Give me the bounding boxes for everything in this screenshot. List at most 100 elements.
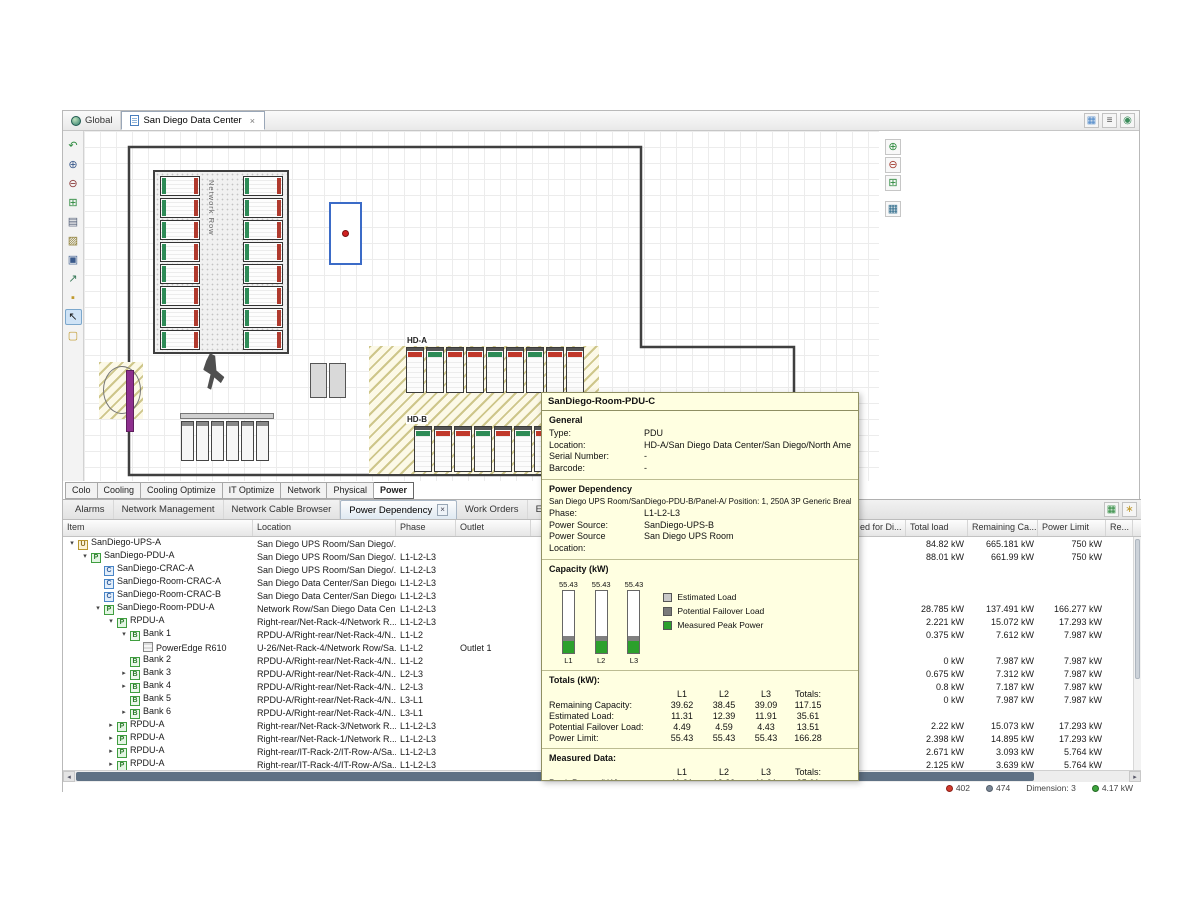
hd-b-rack[interactable] — [414, 426, 432, 472]
export-table-icon[interactable]: ▦ — [1104, 502, 1119, 517]
network-rack[interactable] — [160, 220, 200, 240]
column-header-ed-for-di[interactable]: ed for Di... — [856, 520, 906, 536]
column-header-outlet[interactable]: Outlet — [456, 520, 531, 536]
expand-arrow-icon[interactable]: ▾ — [93, 604, 103, 612]
column-header-power-limit[interactable]: Power Limit — [1038, 520, 1106, 536]
vertical-scrollbar[interactable] — [1133, 537, 1141, 770]
network-rack[interactable] — [160, 264, 200, 284]
hd-a-rack[interactable] — [566, 347, 584, 393]
status-item[interactable]: Dimension: 3 — [1026, 783, 1076, 793]
panel-tab-power-dependency[interactable]: Power Dependency× — [340, 500, 457, 519]
it-rack[interactable] — [196, 421, 209, 461]
hd-b-rack[interactable] — [454, 426, 472, 472]
network-rack[interactable] — [243, 286, 283, 306]
view-tab-cooling-optimize[interactable]: Cooling Optimize — [141, 482, 223, 499]
scroll-left-icon[interactable]: ◂ — [63, 771, 75, 782]
zoom-in-icon[interactable]: ⊕ — [65, 157, 82, 173]
hd-a-rack[interactable] — [546, 347, 564, 393]
copy-icon[interactable]: ▣ — [65, 252, 82, 268]
status-item[interactable]: 402 — [946, 783, 970, 793]
it-rack[interactable] — [181, 421, 194, 461]
panel-tab-alarms[interactable]: Alarms — [67, 500, 114, 519]
undo-icon[interactable]: ↶ — [65, 138, 82, 154]
zoom-fit-icon[interactable]: ⊞ — [885, 175, 901, 191]
it-rack[interactable] — [241, 421, 254, 461]
column-header-re[interactable]: Re... — [1106, 520, 1133, 536]
menu-icon[interactable]: ≡ — [1102, 113, 1117, 128]
panel-tab-work-orders[interactable]: Work Orders — [457, 500, 528, 519]
hd-a-rack[interactable] — [446, 347, 464, 393]
expand-arrow-icon[interactable]: ▾ — [67, 539, 77, 547]
hd-a-rack[interactable] — [486, 347, 504, 393]
network-rack[interactable] — [243, 264, 283, 284]
hd-b-rack[interactable] — [494, 426, 512, 472]
customize-columns-icon[interactable]: ∗ — [1122, 502, 1137, 517]
hd-a-rack[interactable] — [426, 347, 444, 393]
expand-arrow-icon[interactable]: ▸ — [106, 760, 116, 768]
cabinet[interactable] — [329, 363, 346, 398]
hd-a-rack[interactable] — [526, 347, 544, 393]
cabinet[interactable] — [310, 363, 327, 398]
column-header-remaining-ca[interactable]: Remaining Ca... — [968, 520, 1038, 536]
status-item[interactable]: 474 — [986, 783, 1010, 793]
expand-arrow-icon[interactable]: ▸ — [106, 734, 116, 742]
network-row-room[interactable]: Network Row — [153, 170, 289, 354]
pdu-cabinets[interactable] — [310, 363, 346, 398]
expand-arrow-icon[interactable]: ▸ — [119, 708, 129, 716]
network-rack[interactable] — [243, 176, 283, 196]
panel-tab-network-cable-browser[interactable]: Network Cable Browser — [224, 500, 341, 519]
view-tab-colo[interactable]: Colo — [65, 482, 98, 499]
layers-icon[interactable]: ▤ — [65, 214, 82, 230]
expand-arrow-icon[interactable]: ▾ — [80, 552, 90, 560]
scrollbar-thumb[interactable] — [1135, 539, 1140, 679]
it-rack[interactable] — [256, 421, 269, 461]
status-item[interactable]: 4.17 kW — [1092, 783, 1133, 793]
hd-a-rack[interactable] — [506, 347, 524, 393]
layout-grid-icon[interactable]: ▦ — [1084, 113, 1099, 128]
tab-san-diego-data-center[interactable]: San Diego Data Center × — [121, 111, 265, 130]
expand-arrow-icon[interactable]: ▾ — [106, 617, 116, 625]
network-rack[interactable] — [160, 176, 200, 196]
view-tab-network[interactable]: Network — [281, 482, 327, 499]
view-tab-power[interactable]: Power — [374, 482, 414, 499]
hd-b-rack[interactable] — [434, 426, 452, 472]
zoom-in-icon[interactable]: ⊕ — [885, 139, 901, 155]
expand-arrow-icon[interactable]: ▾ — [119, 630, 129, 638]
zoom-fit-icon[interactable]: ⊞ — [65, 195, 82, 211]
network-rack[interactable] — [243, 198, 283, 218]
network-rack[interactable] — [160, 242, 200, 262]
tab-global[interactable]: Global — [63, 111, 121, 130]
column-header-phase[interactable]: Phase — [396, 520, 456, 536]
column-header-item[interactable]: Item — [63, 520, 253, 536]
close-tab-icon[interactable]: × — [249, 116, 256, 126]
hd-b-rack[interactable] — [474, 426, 492, 472]
hd-b-rack[interactable] — [514, 426, 532, 472]
view-tab-cooling[interactable]: Cooling — [98, 482, 142, 499]
expand-arrow-icon[interactable]: ▸ — [119, 669, 129, 677]
network-rack[interactable] — [243, 330, 283, 350]
selected-equipment[interactable] — [329, 202, 362, 265]
hd-a-rack[interactable] — [406, 347, 424, 393]
network-rack[interactable] — [160, 308, 200, 328]
column-header-location[interactable]: Location — [253, 520, 396, 536]
view-tab-physical[interactable]: Physical — [327, 482, 374, 499]
select-cursor-icon[interactable]: ↖ — [65, 309, 82, 325]
network-rack[interactable] — [243, 308, 283, 328]
it-rack[interactable] — [211, 421, 224, 461]
scroll-right-icon[interactable]: ▸ — [1129, 771, 1141, 782]
hd-a-rack[interactable] — [466, 347, 484, 393]
view-tab-it-optimize[interactable]: IT Optimize — [223, 482, 282, 499]
network-rack[interactable] — [160, 198, 200, 218]
measure-icon[interactable]: ▨ — [65, 233, 82, 249]
expand-arrow-icon[interactable]: ▸ — [119, 682, 129, 690]
zoom-out-icon[interactable]: ⊖ — [65, 176, 82, 192]
marquee-select-icon[interactable]: ▢ — [65, 328, 82, 344]
it-rack[interactable] — [226, 421, 239, 461]
network-rack[interactable] — [243, 242, 283, 262]
export-icon[interactable]: ↗ — [65, 271, 82, 287]
network-rack[interactable] — [160, 330, 200, 350]
network-rack[interactable] — [160, 286, 200, 306]
close-view-icon[interactable]: × — [437, 504, 448, 516]
network-rack[interactable] — [243, 220, 283, 240]
perspective-icon[interactable]: ◉ — [1120, 113, 1135, 128]
